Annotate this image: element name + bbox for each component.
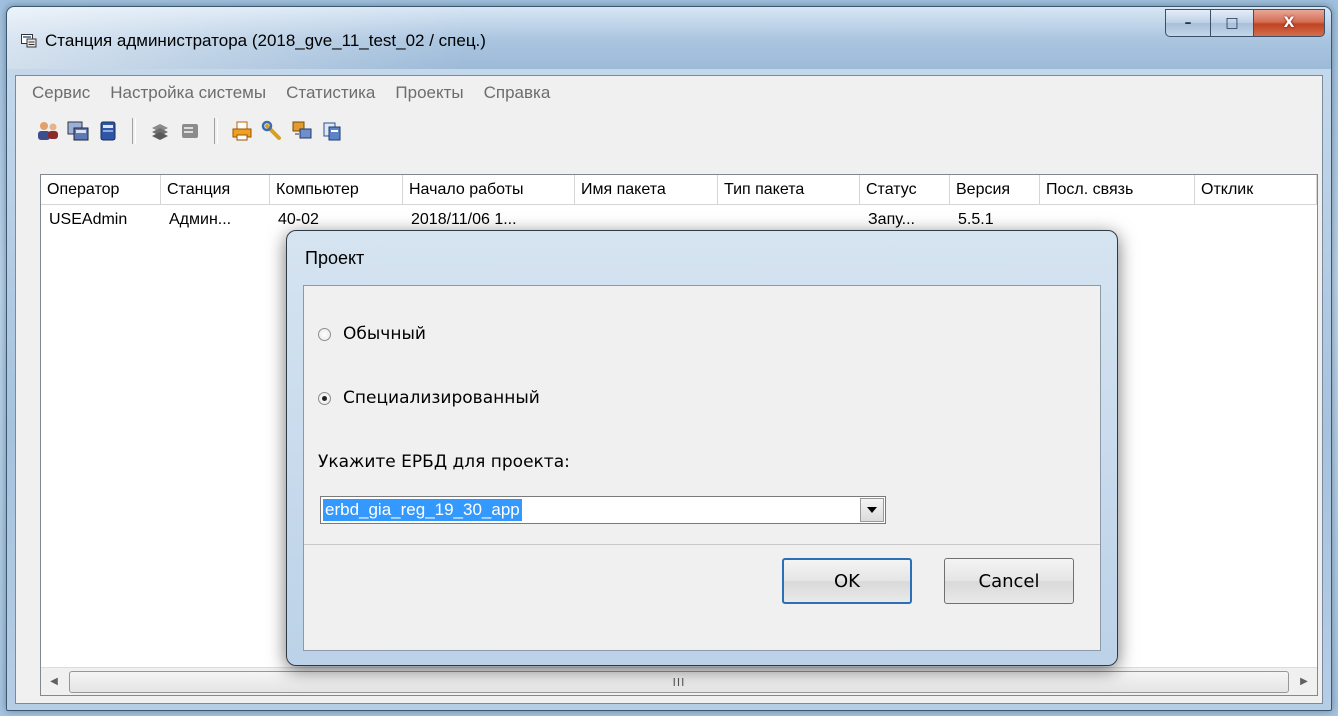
cell-operator: USEAdmin	[49, 211, 128, 228]
column-header-package-type[interactable]: Тип пакета	[718, 175, 860, 205]
cancel-button[interactable]: Cancel	[944, 558, 1074, 604]
radio-special[interactable]	[318, 391, 331, 405]
window-controls: – □ X	[1165, 9, 1325, 37]
radio-normal-label: Обычный	[343, 324, 426, 344]
printer-icon[interactable]	[230, 119, 254, 143]
app-icon	[21, 34, 37, 48]
dialog-body: Обычный Специализированный Укажите ЕРБД …	[303, 285, 1101, 651]
menu-bar: Сервис Настройка системы Статистика Прое…	[16, 76, 1322, 110]
ebrd-select[interactable]: erbd_gia_reg_19_30_app	[320, 496, 886, 524]
menu-service[interactable]: Сервис	[22, 83, 100, 103]
ebrd-label: Укажите ЕРБД для проекта:	[318, 452, 570, 472]
menu-projects[interactable]: Проекты	[385, 83, 473, 103]
radio-normal[interactable]	[318, 327, 331, 341]
list-header: Оператор Станция Компьютер Начало работы…	[41, 175, 1317, 207]
column-header-response[interactable]: Отклик	[1195, 175, 1317, 205]
radio-special-label: Специализированный	[343, 388, 540, 408]
radio-normal-option[interactable]: Обычный	[318, 324, 426, 344]
network-icon[interactable]	[290, 119, 314, 143]
minimize-icon: –	[1184, 15, 1192, 31]
chevron-down-icon	[867, 507, 877, 513]
maximize-button[interactable]: □	[1211, 9, 1254, 37]
project-dialog: Проект Обычный Специализированный Укажит…	[286, 230, 1118, 666]
column-header-last-contact[interactable]: Посл. связь	[1040, 175, 1195, 205]
close-button[interactable]: X	[1254, 9, 1325, 37]
column-header-version[interactable]: Версия	[950, 175, 1040, 205]
users-icon[interactable]	[36, 119, 60, 143]
column-header-start-time[interactable]: Начало работы	[403, 175, 575, 205]
column-header-status[interactable]: Статус	[860, 175, 950, 205]
ok-button[interactable]: OK	[782, 558, 912, 604]
toolbar-separator	[132, 118, 136, 144]
maximize-icon: □	[1225, 15, 1239, 31]
dialog-separator	[304, 544, 1100, 545]
scroll-thumb[interactable]: III	[69, 671, 1289, 693]
radio-special-option[interactable]: Специализированный	[318, 388, 540, 408]
book-icon[interactable]	[96, 119, 120, 143]
menu-help[interactable]: Справка	[474, 83, 561, 103]
column-header-package-name[interactable]: Имя пакета	[575, 175, 718, 205]
window-title: Станция администратора (2018_gve_11_test…	[45, 31, 486, 50]
scroll-thumb-grip: III	[672, 675, 686, 689]
copy-icon[interactable]	[320, 119, 344, 143]
horizontal-scrollbar[interactable]: ◀ III ▶	[41, 667, 1317, 695]
scroll-left-icon[interactable]: ◀	[41, 668, 67, 695]
cell-station: Админ...	[169, 211, 232, 228]
column-header-station[interactable]: Станция	[161, 175, 270, 205]
dropdown-button[interactable]	[860, 498, 884, 522]
column-header-computer[interactable]: Компьютер	[270, 175, 403, 205]
column-header-operator[interactable]: Оператор	[41, 175, 161, 205]
scroll-right-icon[interactable]: ▶	[1291, 668, 1317, 695]
title-bar[interactable]: Станция администратора (2018_gve_11_test…	[7, 7, 1331, 69]
minimize-button[interactable]: –	[1165, 9, 1211, 37]
menu-statistics[interactable]: Статистика	[276, 83, 385, 103]
ebrd-select-value[interactable]: erbd_gia_reg_19_30_app	[323, 499, 522, 521]
document-icon[interactable]	[178, 119, 202, 143]
toolbar	[16, 110, 1322, 152]
toolbar-separator	[214, 118, 218, 144]
dialog-title: Проект	[305, 248, 365, 268]
close-icon: X	[1283, 15, 1295, 31]
stations-icon[interactable]	[66, 119, 90, 143]
stack-icon[interactable]	[148, 119, 172, 143]
menu-system-settings[interactable]: Настройка системы	[100, 83, 276, 103]
wrench-icon[interactable]	[260, 119, 284, 143]
